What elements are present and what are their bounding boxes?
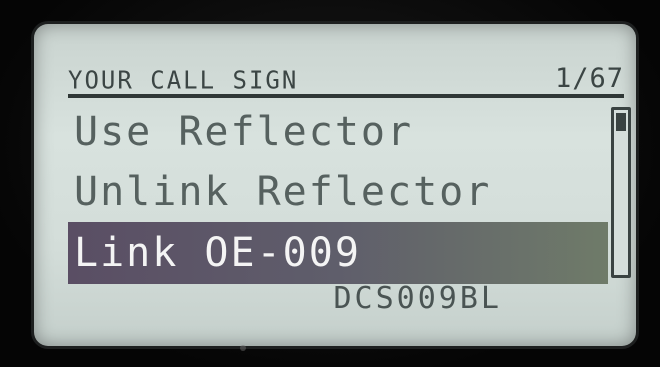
scrollbar-thumb[interactable] xyxy=(616,113,626,131)
callsign-footer: DCS009BL xyxy=(333,281,502,316)
scrollbar[interactable] xyxy=(611,107,631,278)
menu-item-link-reflector[interactable]: Link OE-009 xyxy=(68,222,608,284)
menu-list: Use Reflector Unlink Reflector Link OE-0… xyxy=(68,102,608,284)
lcd-screen: YOUR CALL SIGN 1/67 Use Reflector Unlink… xyxy=(34,24,636,346)
device-screw xyxy=(240,345,246,351)
screen-title: YOUR CALL SIGN xyxy=(68,65,299,95)
radio-device: YOUR CALL SIGN 1/67 Use Reflector Unlink… xyxy=(0,0,660,367)
menu-item-use-reflector[interactable]: Use Reflector xyxy=(68,102,608,162)
screen-header: YOUR CALL SIGN 1/67 xyxy=(68,58,624,98)
page-indicator: 1/67 xyxy=(554,63,624,94)
menu-item-unlink-reflector[interactable]: Unlink Reflector xyxy=(68,162,608,222)
